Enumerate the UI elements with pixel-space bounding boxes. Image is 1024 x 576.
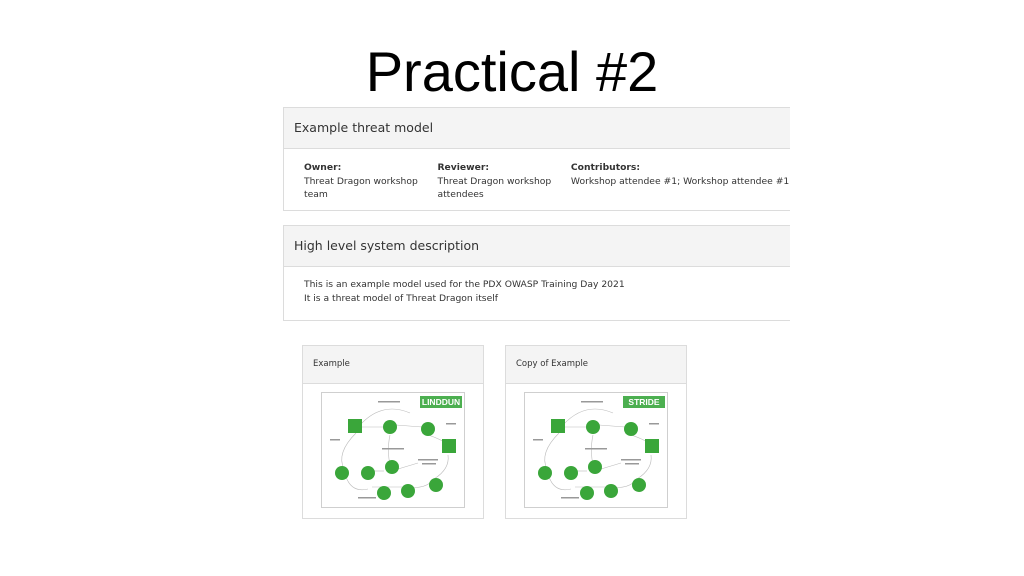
system-description-text: This is an example model used for the PD… (284, 267, 790, 305)
threat-model-panel: Example threat model Owner: Threat Drago… (283, 107, 790, 211)
owner-value-line2: team (304, 189, 328, 200)
diagram-thumbnail[interactable]: LINDDUN (321, 392, 465, 508)
slide-title: Practical #2 (365, 40, 659, 103)
diagram-thumbnail-graphic (533, 396, 665, 500)
contributors-field: Contributors: Workshop attendee #1; Work… (571, 161, 790, 202)
diagram-thumbnail-graphic (330, 396, 462, 500)
diagram-title[interactable]: Example (303, 346, 483, 384)
stride-badge-label: STRIDE (628, 397, 660, 407)
description-line-2: It is a threat model of Threat Dragon it… (304, 292, 499, 304)
description-line-1: This is an example model used for the PD… (304, 279, 625, 290)
threat-model-title: Example threat model (284, 108, 790, 149)
system-description-panel: High level system description This is an… (283, 225, 790, 321)
reviewer-value-line2: attendees (437, 189, 484, 200)
owner-label: Owner: (304, 162, 342, 173)
diagram-thumbnail[interactable]: STRIDE (524, 392, 668, 508)
contributors-label: Contributors: (570, 162, 641, 173)
reviewer-label: Reviewer: (437, 162, 490, 173)
threat-model-meta: Owner: Threat Dragon workshop team Revie… (284, 149, 790, 202)
diagram-card-example[interactable]: Example LINDDUN (302, 345, 484, 519)
linddun-badge-label: LINDDUN (421, 397, 461, 407)
diagram-title[interactable]: Copy of Example (506, 346, 686, 384)
slide: Practical #2 Example threat model Owner:… (0, 0, 1024, 576)
owner-value-line1: Threat Dragon workshop (304, 175, 418, 187)
system-description-title: High level system description (284, 226, 790, 267)
diagram-card-copy-of-example[interactable]: Copy of Example STRIDE (505, 345, 687, 519)
reviewer-value-line1: Threat Dragon workshop (437, 175, 552, 187)
reviewer-field: Reviewer: Threat Dragon workshop attende… (437, 161, 570, 202)
contributors-value: Workshop attendee #1; Workshop attendee … (570, 175, 790, 187)
owner-field: Owner: Threat Dragon workshop team (304, 161, 437, 202)
